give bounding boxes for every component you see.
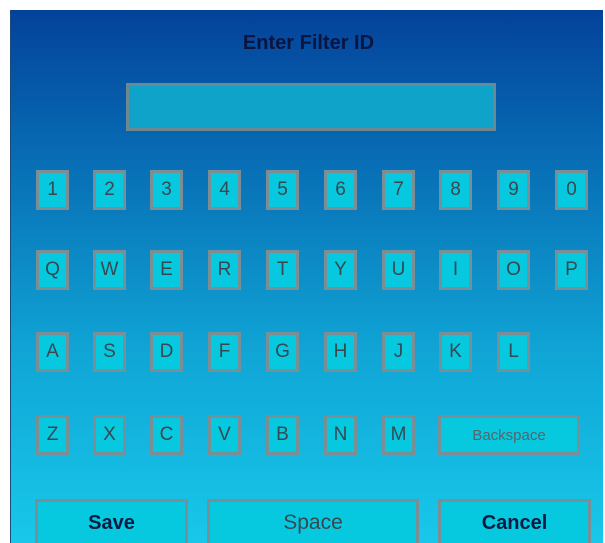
key-y[interactable]: Y [324, 250, 357, 290]
key-j[interactable]: J [382, 332, 415, 372]
key-b[interactable]: B [266, 415, 299, 455]
key-d[interactable]: D [150, 332, 183, 372]
key-4[interactable]: 4 [208, 170, 241, 210]
key-c[interactable]: C [150, 415, 183, 455]
key-2[interactable]: 2 [93, 170, 126, 210]
key-9[interactable]: 9 [497, 170, 530, 210]
key-8[interactable]: 8 [439, 170, 472, 210]
key-u[interactable]: U [382, 250, 415, 290]
key-q[interactable]: Q [36, 250, 69, 290]
key-x[interactable]: X [93, 415, 126, 455]
cancel-button[interactable]: Cancel [438, 499, 591, 543]
key-k[interactable]: K [439, 332, 472, 372]
key-1[interactable]: 1 [36, 170, 69, 210]
key-r[interactable]: R [208, 250, 241, 290]
key-f[interactable]: F [208, 332, 241, 372]
key-t[interactable]: T [266, 250, 299, 290]
key-w[interactable]: W [93, 250, 126, 290]
key-m[interactable]: M [382, 415, 415, 455]
backspace-button[interactable]: Backspace [438, 415, 580, 455]
filter-id-input[interactable] [126, 83, 496, 131]
key-7[interactable]: 7 [382, 170, 415, 210]
dialog-title: Enter Filter ID [242, 32, 375, 54]
key-g[interactable]: G [266, 332, 299, 372]
key-s[interactable]: S [93, 332, 126, 372]
key-i[interactable]: I [439, 250, 472, 290]
key-l[interactable]: L [497, 332, 530, 372]
key-a[interactable]: A [36, 332, 69, 372]
key-o[interactable]: O [497, 250, 530, 290]
key-5[interactable]: 5 [266, 170, 299, 210]
key-p[interactable]: P [555, 250, 588, 290]
key-n[interactable]: N [324, 415, 357, 455]
space-button[interactable]: Space [207, 499, 419, 543]
save-button[interactable]: Save [35, 499, 188, 543]
key-3[interactable]: 3 [150, 170, 183, 210]
key-0[interactable]: 0 [555, 170, 588, 210]
key-z[interactable]: Z [36, 415, 69, 455]
filter-id-dialog: Enter Filter ID 1 2 3 4 5 6 7 8 9 0 Q W … [10, 10, 605, 543]
key-v[interactable]: V [208, 415, 241, 455]
key-h[interactable]: H [324, 332, 357, 372]
key-e[interactable]: E [150, 250, 183, 290]
key-6[interactable]: 6 [324, 170, 357, 210]
